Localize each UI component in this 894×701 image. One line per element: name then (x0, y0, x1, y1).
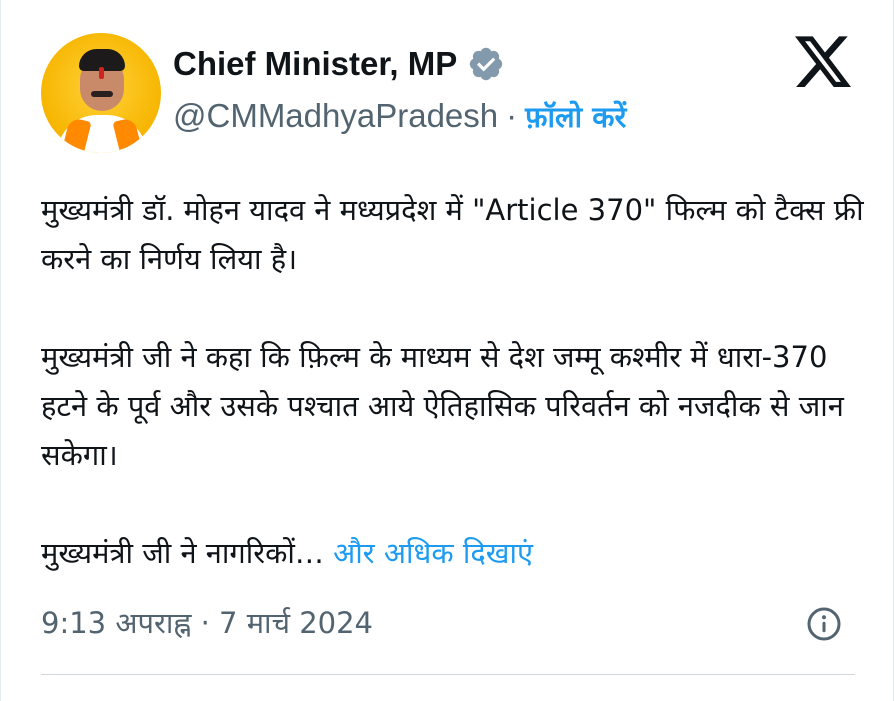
info-icon[interactable] (806, 606, 842, 642)
tweet-paragraph-2: मुख्यमंत्री जी ने कहा कि फ़िल्म के माध्य… (41, 340, 844, 472)
author-avatar[interactable] (41, 33, 161, 153)
tweet-paragraph-3: मुख्यमंत्री जी ने नागरिकों… (41, 536, 324, 570)
verified-badge-icon (469, 47, 503, 81)
tweet-card: Chief Minister, MP @CMMadhyaPradesh · फ़ॉल… (0, 0, 894, 701)
tweet-body: मुख्यमंत्री डॉ. मोहन यादव ने मध्यप्रदेश … (41, 186, 881, 578)
author-handle[interactable]: @CMMadhyaPradesh (173, 97, 498, 134)
meta-separator: · (200, 606, 210, 640)
handle-separator: · (506, 97, 518, 134)
tweet-date[interactable]: 7 मार्च 2024 (219, 606, 373, 640)
tweet-time[interactable]: 9:13 अपराह्न (41, 606, 191, 640)
tweet-meta: 9:13 अपराह्न · 7 मार्च 2024 (41, 603, 373, 643)
author-name-row[interactable]: Chief Minister, MP (173, 44, 505, 84)
x-logo-icon[interactable] (795, 36, 851, 88)
tweet-paragraph-3-row: मुख्यमंत्री जी ने नागरिकों… और अधिक दिखा… (41, 529, 881, 578)
avatar-tilak (99, 67, 104, 79)
follow-button[interactable]: फ़ॉलो करें (525, 100, 626, 134)
author-handle-row: @CMMadhyaPradesh · फ़ॉलो करें (173, 96, 626, 137)
tweet-paragraph-1: मुख्यमंत्री डॉ. मोहन यादव ने मध्यप्रदेश … (41, 193, 864, 276)
author-display-name[interactable]: Chief Minister, MP (173, 44, 457, 84)
show-more-link[interactable]: और अधिक दिखाएं (333, 536, 533, 570)
divider (41, 674, 855, 675)
avatar-moustache (91, 91, 113, 97)
